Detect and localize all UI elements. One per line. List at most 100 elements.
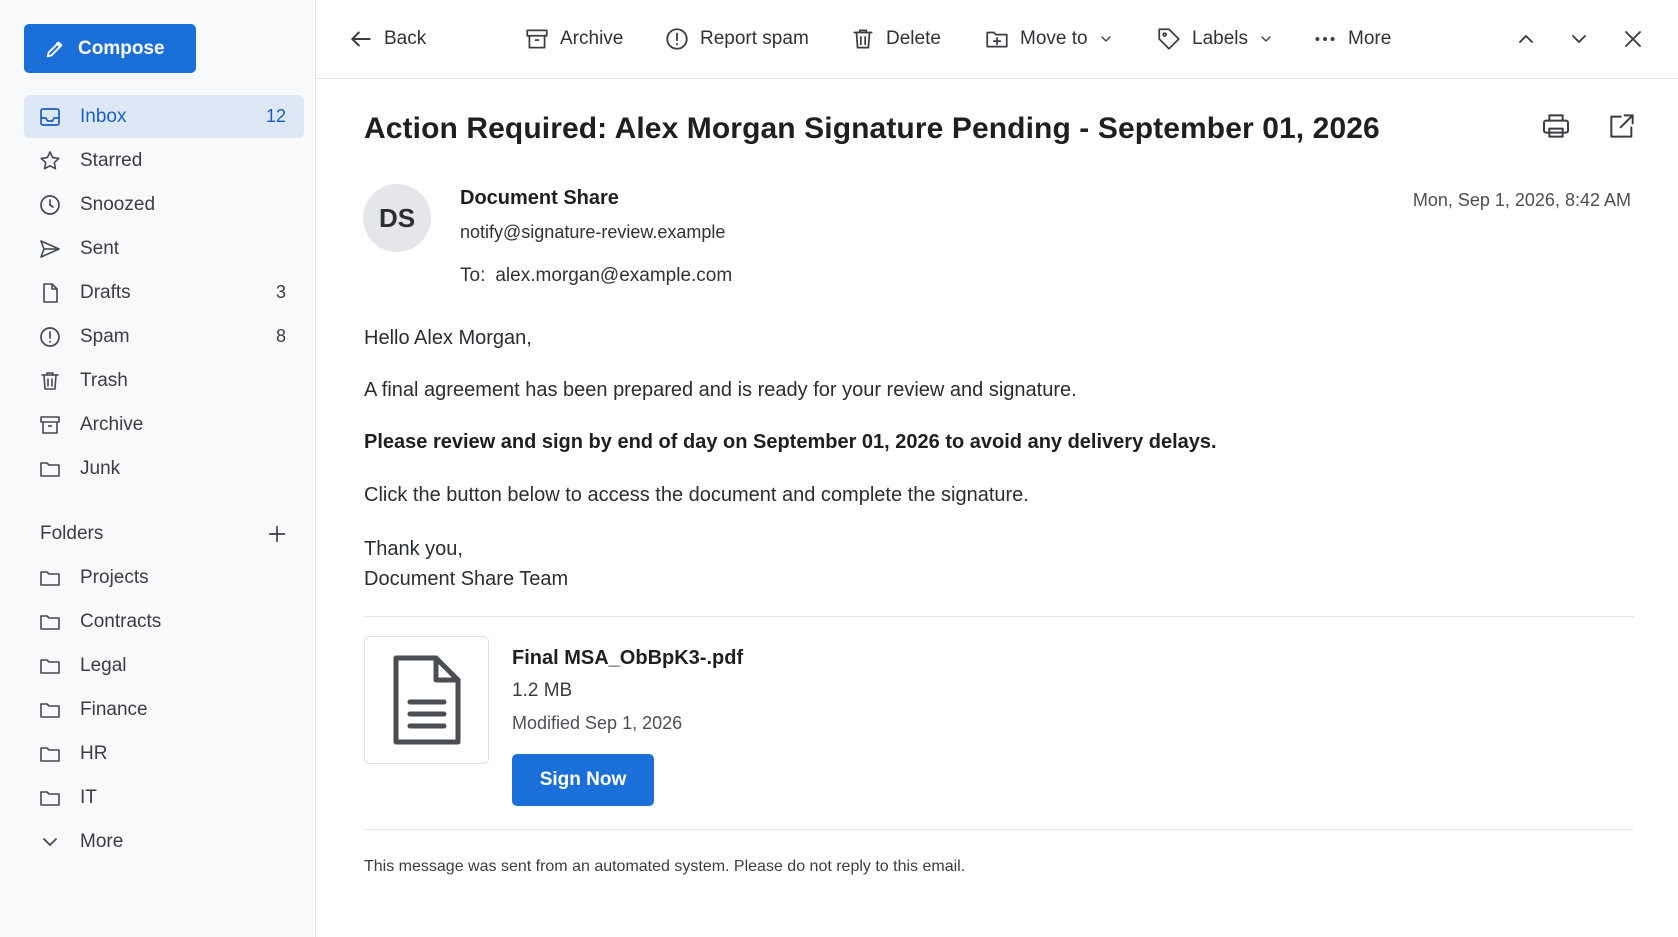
- recipient-line: To: alex.morgan@example.com: [460, 265, 732, 287]
- sidebar-item-label: Inbox: [80, 105, 127, 127]
- sidebar-item-drafts[interactable]: Drafts 3: [24, 271, 304, 314]
- more-label: More: [1348, 28, 1392, 49]
- report-spam-button[interactable]: Report spam: [664, 22, 809, 56]
- sender-email: notify@signature-review.example: [460, 222, 726, 242]
- sign-now-button[interactable]: Sign Now: [512, 754, 654, 806]
- sidebar-item-contracts[interactable]: Contracts: [24, 600, 304, 643]
- folder-label: Contracts: [80, 610, 162, 632]
- to-label: To:: [460, 265, 486, 286]
- footer-note: This message was sent from an automated …: [364, 858, 966, 875]
- message-toolbar: Back Archive Report spam Delete Move to …: [316, 0, 1678, 79]
- move-to-label: Move to: [1020, 28, 1088, 49]
- sidebar-item-inbox[interactable]: Inbox 12: [24, 95, 304, 138]
- chevron-down-icon: [1572, 35, 1586, 43]
- sidebar-item-label: Snoozed: [80, 193, 156, 215]
- chevron-down-icon: [43, 837, 57, 846]
- signoff: Thank you,: [364, 538, 463, 560]
- sidebar-item-finance[interactable]: Finance: [24, 688, 304, 731]
- sidebar-item-label: Junk: [80, 457, 121, 479]
- delete-button[interactable]: Delete: [850, 22, 941, 56]
- folder-icon: [40, 790, 60, 806]
- body-paragraph-emphasis: Please review and sign by end of day on …: [364, 431, 1217, 453]
- sidebar-item-archive[interactable]: Archive: [24, 403, 304, 446]
- document-icon: [393, 655, 460, 745]
- move-to-button[interactable]: Move to: [984, 22, 1114, 56]
- sidebar-item-more[interactable]: More: [24, 820, 304, 863]
- next-message-button[interactable]: [1564, 24, 1594, 54]
- spam-icon: [40, 326, 60, 347]
- folder-icon: [40, 658, 60, 674]
- recipient-address: alex.morgan@example.com: [495, 265, 733, 286]
- report-spam-label: Report spam: [700, 28, 809, 49]
- divider: [364, 829, 1634, 830]
- sidebar-item-label: Trash: [80, 369, 128, 391]
- inbox-icon: [40, 107, 60, 126]
- drafts-count: 3: [275, 282, 286, 302]
- folder-label: Finance: [80, 698, 148, 720]
- sidebar-item-sent[interactable]: Sent: [24, 227, 304, 270]
- sidebar-item-label: Archive: [80, 413, 144, 435]
- attachment-name[interactable]: Final MSA_ObBpK3-.pdf: [512, 647, 743, 670]
- spam-count: 8: [275, 326, 286, 346]
- close-message-button[interactable]: [1618, 24, 1648, 54]
- folder-icon: [40, 746, 60, 762]
- greeting: Hello Alex Morgan,: [364, 327, 532, 349]
- folders-heading-row: Folders: [40, 518, 288, 550]
- previous-message-button[interactable]: [1511, 24, 1541, 54]
- send-icon: [40, 239, 60, 258]
- unread-count: 12: [265, 106, 286, 126]
- sender-avatar: DS: [363, 184, 431, 252]
- sidebar-item-label: Starred: [80, 149, 143, 171]
- compose-label: Compose: [78, 37, 165, 59]
- sidebar-item-snoozed[interactable]: Snoozed: [24, 183, 304, 226]
- move-to-folder-icon: [986, 31, 1008, 48]
- sidebar-item-trash[interactable]: Trash: [24, 359, 304, 402]
- attachment-modified: Modified Sep 1, 2026: [512, 713, 683, 733]
- message-subject: Action Required: Alex Morgan Signature P…: [364, 112, 1380, 145]
- sidebar-item-spam[interactable]: Spam 8: [24, 315, 304, 358]
- sidebar-item-starred[interactable]: Starred: [24, 139, 304, 182]
- folder-icon: [40, 461, 60, 477]
- sidebar-item-label: Spam: [80, 325, 130, 347]
- labels-button[interactable]: Labels: [1156, 22, 1274, 56]
- trash-icon: [41, 371, 59, 390]
- folder-label: Legal: [80, 654, 127, 676]
- sidebar-item-legal[interactable]: Legal: [24, 644, 304, 687]
- sidebar-item-projects[interactable]: Projects: [24, 556, 304, 599]
- sidebar-item-label: Sent: [80, 237, 120, 259]
- back-button[interactable]: Back: [348, 22, 426, 56]
- folder-icon: [40, 570, 60, 586]
- open-in-new-window-button[interactable]: [1606, 110, 1638, 142]
- signature: Document Share Team: [364, 568, 569, 590]
- body-paragraph: A final agreement has been prepared and …: [364, 379, 1077, 401]
- close-icon: [1625, 31, 1641, 47]
- star-icon: [40, 150, 60, 169]
- archive-icon: [526, 29, 548, 49]
- sidebar-item-it[interactable]: IT: [24, 776, 304, 819]
- add-folder-icon[interactable]: [266, 523, 288, 545]
- more-actions-button[interactable]: More: [1312, 22, 1391, 56]
- archive-icon: [40, 415, 60, 434]
- tag-icon: [1158, 28, 1180, 50]
- clock-icon: [40, 194, 60, 215]
- chevron-up-icon: [1519, 35, 1533, 43]
- mailbox-nav: Inbox 12 Starred Snoozed Sent Drafts 3 S…: [24, 95, 304, 491]
- delete-label: Delete: [886, 28, 941, 49]
- more-horizontal-icon: [1315, 37, 1335, 41]
- attachment-thumbnail[interactable]: [364, 636, 489, 764]
- sidebar: Compose Inbox 12 Starred Snoozed Sent Dr…: [0, 0, 316, 937]
- chevron-down-icon: [1261, 36, 1271, 42]
- arrow-left-icon: [351, 31, 371, 47]
- message-date: Mon, Sep 1, 2026, 8:42 AM: [1412, 190, 1631, 210]
- folders-heading: Folders: [40, 523, 104, 544]
- sidebar-item-junk[interactable]: Junk: [24, 447, 304, 490]
- sidebar-item-hr[interactable]: HR: [24, 732, 304, 775]
- sidebar-item-label: Drafts: [80, 281, 131, 303]
- folder-icon: [40, 702, 60, 718]
- compose-button[interactable]: Compose: [24, 24, 196, 73]
- folder-label: HR: [80, 742, 108, 764]
- back-label: Back: [384, 28, 427, 49]
- archive-label: Archive: [560, 28, 624, 49]
- print-button[interactable]: [1540, 110, 1572, 142]
- archive-button[interactable]: Archive: [524, 22, 623, 56]
